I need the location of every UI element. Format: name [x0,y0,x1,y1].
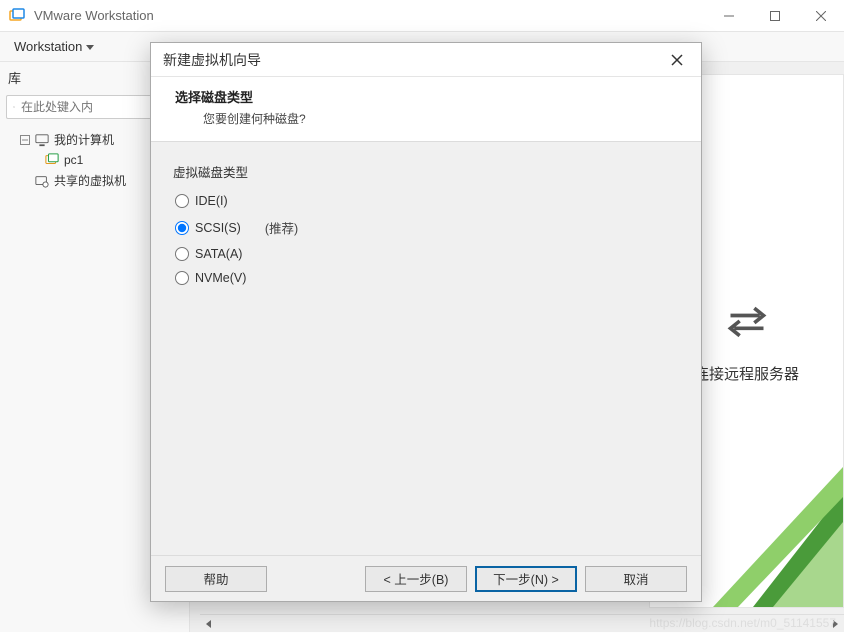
help-button[interactable]: 帮助 [165,566,267,592]
dialog-subheading: 您要创建何种磁盘? [175,110,683,127]
radio-scsi[interactable]: SCSI(S) (推荐) [173,213,679,242]
radio-sata-label: SATA(A) [195,247,242,261]
expander-minus-icon [20,135,30,145]
chevron-down-icon [86,43,94,51]
close-button[interactable] [798,0,844,32]
tree-label: 我的计算机 [54,131,114,148]
group-legend: 虚拟磁盘类型 [173,162,679,181]
radio-ide-input[interactable] [175,194,189,208]
dialog-close-button[interactable] [665,48,689,72]
search-icon [13,100,15,114]
tree-label: 共享的虚拟机 [54,172,126,189]
dialog-body: 虚拟磁盘类型 IDE(I) SCSI(S) (推荐) SATA(A) NVMe(… [151,142,701,555]
minimize-button[interactable] [706,0,752,32]
dialog-heading: 选择磁盘类型 [175,87,683,106]
window-title: VMware Workstation [34,8,706,23]
shared-icon [34,173,50,189]
scroll-right-arrow[interactable] [826,615,844,633]
radio-nvme[interactable]: NVMe(V) [173,266,679,290]
dialog-footer: 帮助 < 上一步(B) 下一步(N) > 取消 [151,555,701,601]
new-vm-wizard-dialog: 新建虚拟机向导 选择磁盘类型 您要创建何种磁盘? 虚拟磁盘类型 IDE(I) S… [150,42,702,602]
disk-type-group: 虚拟磁盘类型 IDE(I) SCSI(S) (推荐) SATA(A) NVMe(… [173,162,679,290]
tree-label: pc1 [64,153,83,167]
maximize-button[interactable] [752,0,798,32]
recommended-label: (推荐) [265,218,298,237]
decoration-graphic [713,467,843,607]
remote-server-label: 连接远程服务器 [694,363,799,384]
vm-icon [44,152,60,168]
dialog-title: 新建虚拟机向导 [163,50,261,70]
menu-workstation-label: Workstation [14,39,82,54]
radio-ide[interactable]: IDE(I) [173,189,679,213]
computer-icon [34,132,50,148]
horizontal-scrollbar[interactable] [200,614,844,632]
close-icon [671,54,683,66]
dialog-titlebar: 新建虚拟机向导 [151,43,701,77]
radio-ide-label: IDE(I) [195,194,228,208]
menu-workstation[interactable]: Workstation [8,35,100,58]
radio-sata[interactable]: SATA(A) [173,242,679,266]
radio-scsi-label: SCSI(S) [195,221,241,235]
cancel-button[interactable]: 取消 [585,566,687,592]
app-icon [8,7,26,25]
radio-scsi-input[interactable] [175,221,189,235]
radio-sata-input[interactable] [175,247,189,261]
window-titlebar: VMware Workstation [0,0,844,32]
back-button[interactable]: < 上一步(B) [365,566,467,592]
radio-nvme-label: NVMe(V) [195,271,246,285]
next-button[interactable]: 下一步(N) > [475,566,577,592]
radio-nvme-input[interactable] [175,271,189,285]
connect-icon [725,299,769,343]
dialog-header: 选择磁盘类型 您要创建何种磁盘? [151,77,701,142]
scroll-left-arrow[interactable] [200,615,218,633]
